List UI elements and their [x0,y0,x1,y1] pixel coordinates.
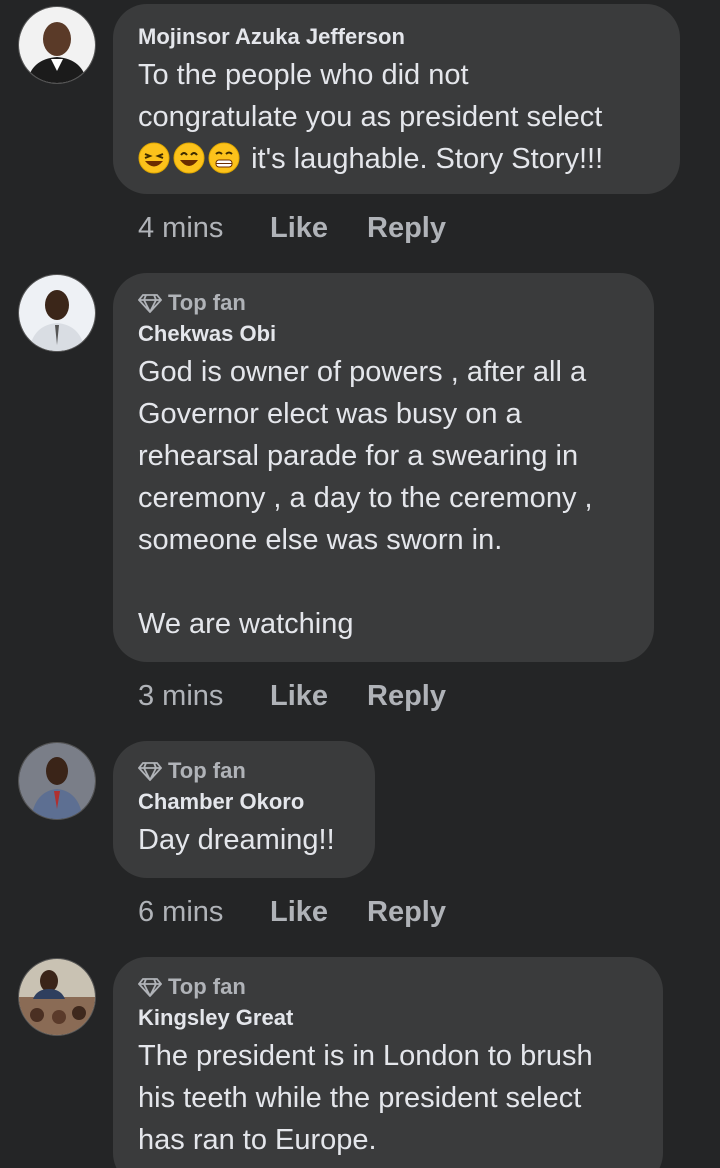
comment-actions: 3 mins Like Reply [138,676,446,716]
diamond-icon [138,978,162,997]
reply-button[interactable]: Reply [367,212,446,245]
top-fan-badge: Top fan [138,757,349,785]
grimacing-emoji-icon [208,142,240,186]
top-fan-label: Top fan [168,758,246,783]
reply-button[interactable]: Reply [367,680,446,713]
avatar[interactable] [18,742,96,820]
diamond-icon [138,762,162,781]
comment-author[interactable]: Chamber Okoro [138,787,349,817]
top-fan-label: Top fan [168,974,246,999]
comment-text-tail: it's laughable. Story Story!!! [251,143,604,175]
comment-timestamp[interactable]: 4 mins [138,212,270,245]
comment-thread: Mojinsor Azuka Jefferson To the people w… [0,0,720,1168]
comment-text: To the people who did not congratulate y… [138,54,654,186]
grinning-emoji-icon [173,142,205,186]
comment-bubble: Top fan Chekwas Obi God is owner of powe… [113,273,654,662]
avatar[interactable] [18,274,96,352]
like-button[interactable]: Like [270,680,367,713]
top-fan-badge: Top fan [138,289,628,317]
top-fan-badge: Top fan [138,973,637,1001]
reply-button[interactable]: Reply [367,896,446,929]
avatar[interactable] [18,6,96,84]
laughing-emoji-icon [138,142,170,186]
comment-timestamp[interactable]: 3 mins [138,680,270,713]
comment-text: God is owner of powers , after all a Gov… [138,356,593,640]
comment-bubble: Top fan Chamber Okoro Day dreaming!! [113,741,375,878]
comment-actions: 4 mins Like Reply [138,208,446,248]
diamond-icon [138,294,162,313]
comment-text: Day dreaming!! [138,824,335,856]
comment-text: The president is in London to brush his … [138,1040,593,1156]
comment-author[interactable]: Chekwas Obi [138,319,628,349]
like-button[interactable]: Like [270,896,367,929]
comment-bubble: Top fan Kingsley Great The president is … [113,957,663,1168]
comment-author[interactable]: Kingsley Great [138,1003,637,1033]
comment-timestamp[interactable]: 6 mins [138,896,270,929]
comment-bubble: Mojinsor Azuka Jefferson To the people w… [113,4,680,194]
comment-author[interactable]: Mojinsor Azuka Jefferson [138,22,654,52]
top-fan-label: Top fan [168,290,246,315]
comment-actions: 6 mins Like Reply [138,892,446,932]
avatar[interactable] [18,958,96,1036]
comment-text-body: To the people who did not congratulate y… [138,59,603,133]
like-button[interactable]: Like [270,212,367,245]
